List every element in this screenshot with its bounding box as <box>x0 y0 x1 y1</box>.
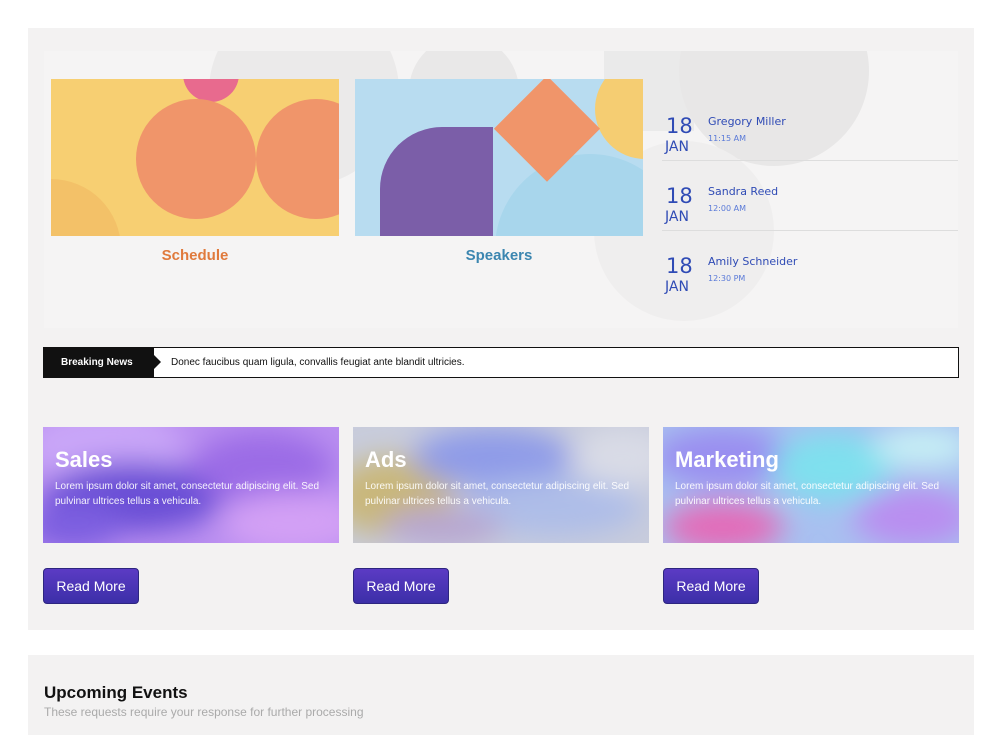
ticker-label: Breaking News <box>44 348 154 377</box>
ticker-text[interactable]: Donec faucibus quam ligula, convallis fe… <box>171 348 465 377</box>
event-time: 12:30 PM <box>708 274 746 283</box>
events-list: 18 JAN Gregory Miller 11:15 AM 18 JAN Sa… <box>662 51 958 328</box>
marketing-card: Marketing Lorem ipsum dolor sit amet, co… <box>663 427 959 543</box>
schedule-card-image[interactable] <box>51 79 339 236</box>
event-time: 12:00 AM <box>708 204 746 213</box>
event-item[interactable]: 18 JAN Amily Schneider 12:30 PM <box>662 231 958 301</box>
upcoming-events-section: Upcoming Events These requests require y… <box>28 655 974 735</box>
event-name: Sandra Reed <box>708 185 779 198</box>
sales-card: Sales Lorem ipsum dolor sit amet, consec… <box>43 427 339 543</box>
event-day: 18 <box>666 114 693 138</box>
ticker-arrow-icon <box>154 355 161 369</box>
breaking-news-ticker: Breaking News Donec faucibus quam ligula… <box>43 347 959 378</box>
event-day: 18 <box>666 254 693 278</box>
ads-title: Ads <box>365 447 407 472</box>
ads-card: Ads Lorem ipsum dolor sit amet, consecte… <box>353 427 649 543</box>
marketing-title: Marketing <box>675 447 779 472</box>
marketing-read-more-button[interactable]: Read More <box>663 568 759 604</box>
sales-description: Lorem ipsum dolor sit amet, consectetur … <box>55 481 320 507</box>
schedule-title[interactable]: Schedule <box>51 247 339 264</box>
sales-title: Sales <box>55 447 113 472</box>
hero-section: Schedule Speakers 18 JAN Gregory Miller … <box>44 51 958 328</box>
event-time: 11:15 AM <box>708 134 746 143</box>
section-title: Upcoming Events <box>44 683 188 702</box>
event-item[interactable]: 18 JAN Gregory Miller 11:15 AM <box>662 91 958 161</box>
event-name: Gregory Miller <box>708 115 786 128</box>
main-panel: Schedule Speakers 18 JAN Gregory Miller … <box>28 28 974 630</box>
ads-read-more-button[interactable]: Read More <box>353 568 449 604</box>
section-subtitle: These requests require your response for… <box>44 705 364 719</box>
event-name: Amily Schneider <box>708 255 798 268</box>
event-item[interactable]: 18 JAN Sandra Reed 12:00 AM <box>662 161 958 231</box>
event-month: JAN <box>665 279 689 295</box>
sales-read-more-button[interactable]: Read More <box>43 568 139 604</box>
speakers-title[interactable]: Speakers <box>355 247 643 264</box>
event-day: 18 <box>666 184 693 208</box>
event-month: JAN <box>665 209 689 225</box>
event-month: JAN <box>665 139 689 155</box>
marketing-description: Lorem ipsum dolor sit amet, consectetur … <box>675 481 940 507</box>
speakers-card-image[interactable] <box>355 79 643 236</box>
ads-description: Lorem ipsum dolor sit amet, consectetur … <box>365 481 630 507</box>
